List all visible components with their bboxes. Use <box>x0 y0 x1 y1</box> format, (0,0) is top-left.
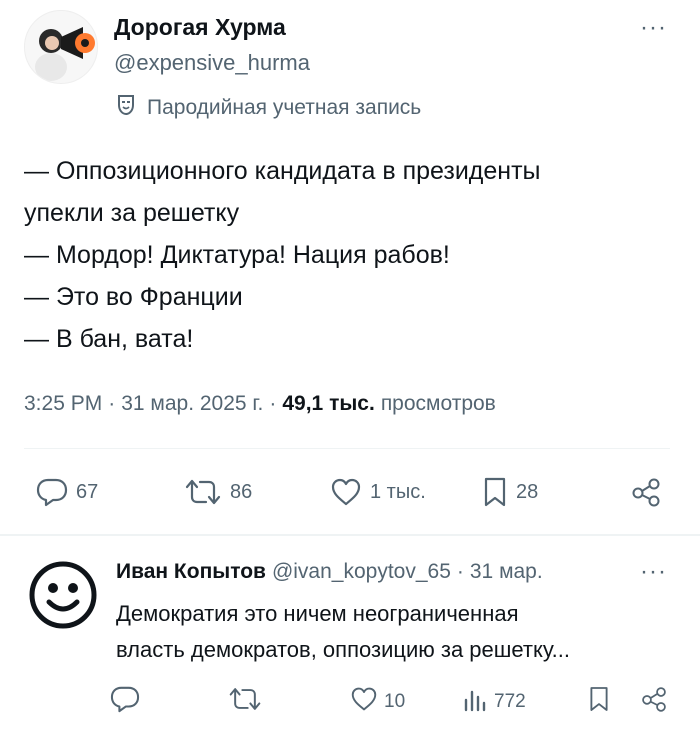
more-icon[interactable]: ··· <box>640 558 667 586</box>
tweet-line: — В бан, вата! <box>24 325 194 353</box>
reply-button[interactable]: 67 <box>36 470 98 514</box>
reply-icon <box>36 477 68 507</box>
reply-date[interactable]: 31 мар. <box>470 560 543 584</box>
reply-header: Иван Копытов @ivan_kopytov_65 · 31 мар. <box>116 560 543 584</box>
parody-label: Пародийная учетная запись <box>147 96 422 119</box>
tweet-time[interactable]: 3:25 PM <box>24 392 102 416</box>
tweet-text: — Оппозиционного кандидата в президенты … <box>24 150 674 360</box>
avatar-image <box>25 11 97 83</box>
author-avatar[interactable] <box>24 10 98 84</box>
reply-author-handle[interactable]: @ivan_kopytov_65 <box>272 560 451 584</box>
meta-separator: · <box>456 560 464 583</box>
share-icon <box>640 685 668 719</box>
tweet-meta: 3:25 PM · 31 мар. 2025 г. · 49,1 тыс. пр… <box>24 392 496 416</box>
repost-count: 86 <box>230 480 253 503</box>
bookmark-count: 28 <box>516 480 539 503</box>
reply-share-button[interactable] <box>640 682 668 722</box>
reply-like-button[interactable]: 10 <box>350 682 405 722</box>
tweet-line: — Это во Франции <box>24 283 243 311</box>
meta-separator: · <box>269 392 277 415</box>
bookmark-button[interactable]: 28 <box>482 470 538 514</box>
share-button[interactable] <box>630 470 662 514</box>
reply-bookmark-button[interactable] <box>588 682 610 722</box>
reply-avatar[interactable] <box>28 560 98 630</box>
reply-icon <box>110 685 140 719</box>
reply-actions: 10 772 <box>110 682 680 722</box>
repost-icon <box>228 685 262 719</box>
divider <box>24 448 670 449</box>
reply-author-name[interactable]: Иван Копытов <box>116 560 266 584</box>
reply-line: власть демократов, оппозицию за решетку.… <box>116 637 570 662</box>
repost-icon <box>184 477 222 507</box>
views-icon <box>462 686 488 718</box>
reply-text: Демократия это ничем неограниченная влас… <box>116 596 676 668</box>
tweet-date[interactable]: 31 мар. 2025 г. <box>121 392 263 416</box>
parody-mask-icon <box>117 94 135 122</box>
repost-button[interactable]: 86 <box>184 470 252 514</box>
reply-reply-button[interactable] <box>110 682 140 722</box>
more-icon[interactable]: ··· <box>640 14 667 42</box>
like-icon <box>350 686 378 718</box>
like-count: 1 тыс. <box>370 480 426 503</box>
reply-views-count: 772 <box>494 691 526 712</box>
smiley-icon <box>29 561 97 629</box>
like-icon <box>330 477 362 507</box>
tweet-line: — Мордор! Диктатура! Нация рабов! <box>24 241 450 269</box>
section-divider <box>0 534 700 536</box>
views-label: просмотров <box>380 392 496 415</box>
tweet-actions: 67 86 1 тыс. 28 <box>24 470 672 514</box>
reply-repost-button[interactable] <box>228 682 262 722</box>
author-name[interactable]: Дорогая Хурма <box>114 14 286 41</box>
reply-like-count: 10 <box>384 691 406 712</box>
reply-count: 67 <box>76 480 99 503</box>
like-button[interactable]: 1 тыс. <box>330 470 426 514</box>
reply-line: Демократия это ничем неограниченная <box>116 601 519 626</box>
reply-views-button[interactable]: 772 <box>462 682 526 722</box>
author-handle[interactable]: @expensive_hurma <box>114 50 310 76</box>
tweet-line: — Оппозиционного кандидата в президенты <box>24 157 541 185</box>
meta-separator: · <box>108 392 116 415</box>
views-count: 49,1 тыс. <box>282 392 375 415</box>
parody-badge: Пародийная учетная запись <box>117 94 421 122</box>
tweet-line: упекли за решетку <box>24 199 240 227</box>
share-icon <box>630 476 662 508</box>
bookmark-icon <box>588 685 610 719</box>
bookmark-icon <box>482 476 508 508</box>
